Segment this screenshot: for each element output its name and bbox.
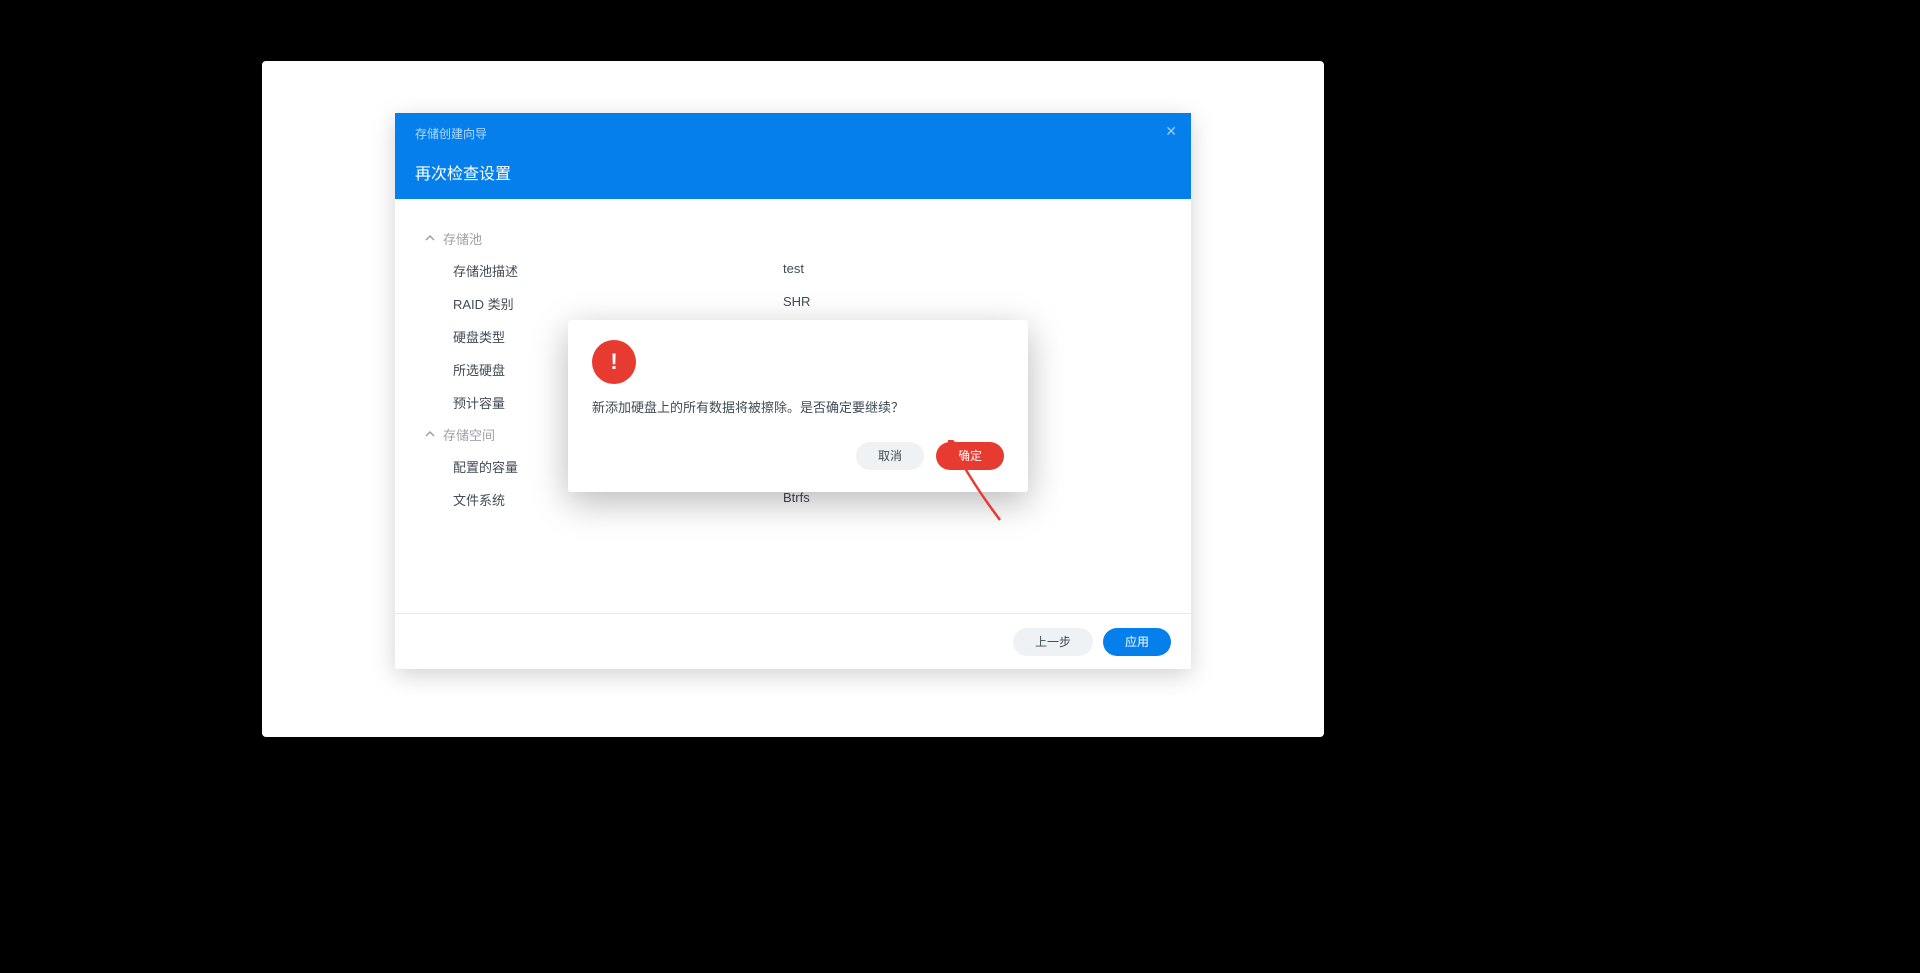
back-button[interactable]: 上一步 xyxy=(1013,628,1093,656)
chevron-up-icon xyxy=(425,231,435,246)
row-label: RAID 类别 xyxy=(453,294,783,313)
section-label: 存储空间 xyxy=(443,425,495,444)
section-storage-pool[interactable]: 存储池 xyxy=(425,223,1161,254)
row-label: 文件系统 xyxy=(453,490,783,509)
confirm-dialog: ! 新添加硬盘上的所有数据将被擦除。是否确定要继续？ 取消 确定 xyxy=(568,320,1028,492)
row-value: SHR xyxy=(783,294,810,313)
table-row: RAID 类别SHR xyxy=(425,287,1161,320)
section-label: 存储池 xyxy=(443,229,482,248)
close-icon[interactable]: ✕ xyxy=(1165,123,1177,140)
wizard-subtitle: 存储创建向导 xyxy=(415,113,1171,142)
apply-button[interactable]: 应用 xyxy=(1103,628,1171,656)
table-row: 存储池描述test xyxy=(425,254,1161,287)
row-value: test xyxy=(783,261,804,280)
wizard-footer: 上一步 应用 xyxy=(395,613,1191,669)
ok-button[interactable]: 确定 xyxy=(936,442,1004,470)
chevron-up-icon xyxy=(425,427,435,442)
wizard-title: 再次检查设置 xyxy=(415,142,1171,184)
warning-icon: ! xyxy=(592,340,636,384)
row-label: 存储池描述 xyxy=(453,261,783,280)
row-value: Btrfs xyxy=(783,490,810,509)
wizard-header: 存储创建向导 再次检查设置 ✕ xyxy=(395,113,1191,199)
confirm-actions: 取消 确定 xyxy=(592,442,1004,470)
confirm-message: 新添加硬盘上的所有数据将被擦除。是否确定要继续？ xyxy=(592,398,1004,418)
cancel-button[interactable]: 取消 xyxy=(856,442,924,470)
